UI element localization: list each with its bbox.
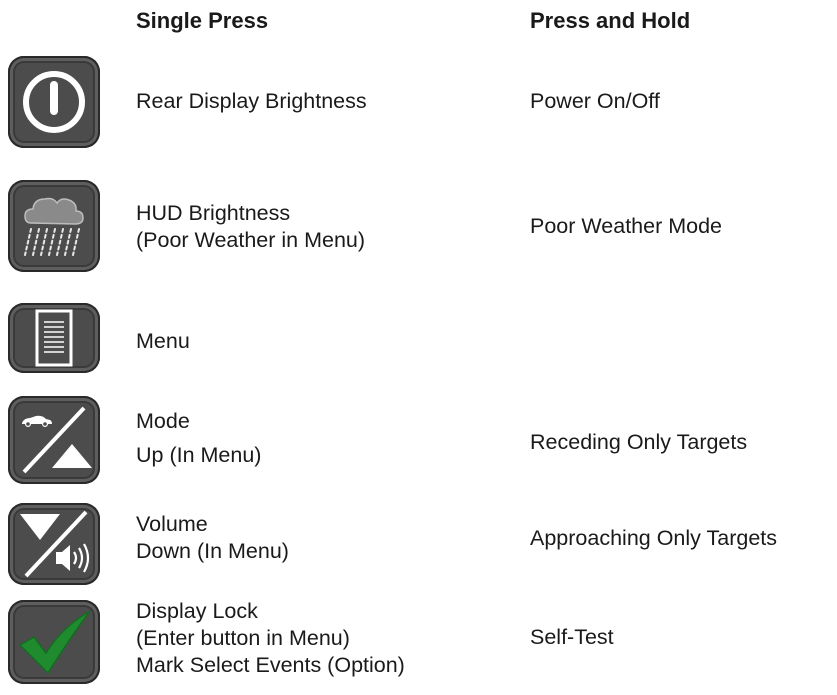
power-icon	[23, 71, 85, 133]
display-lock-single-press-text: Display Lock (Enter button in Menu) Mark…	[136, 599, 405, 677]
volume-single-press-text: Volume Down (In Menu)	[136, 512, 289, 563]
menu-button[interactable]	[8, 303, 100, 373]
power-single-press-text: Rear Display Brightness	[136, 89, 367, 113]
press-and-hold-header: Press and Hold	[530, 8, 691, 33]
mode-single-press-text: Mode Up (In Menu)	[136, 409, 262, 467]
volume-press-hold-text: Approaching Only Targets	[530, 526, 777, 550]
power-press-hold-text: Power On/Off	[530, 89, 660, 113]
down-triangle-speaker-icon	[20, 510, 90, 578]
weather-single-press-text: HUD Brightness (Poor Weather in Menu)	[136, 201, 366, 252]
mode-up-button[interactable]	[8, 396, 100, 484]
weather-press-hold-text: Poor Weather Mode	[530, 214, 723, 238]
mode-press-hold-text: Receding Only Targets	[530, 430, 748, 454]
power-button[interactable]	[8, 56, 100, 148]
checkmark-icon	[18, 610, 91, 675]
menu-single-press-text: Menu	[136, 329, 190, 353]
single-press-header: Single Press	[136, 8, 269, 33]
menu-document-icon	[35, 309, 73, 367]
weather-button[interactable]	[8, 180, 100, 272]
rain-cloud-icon	[24, 197, 84, 256]
display-lock-press-hold-text: Self-Test	[530, 625, 614, 649]
volume-down-button[interactable]	[8, 503, 100, 585]
display-lock-button[interactable]	[8, 600, 100, 684]
car-up-triangle-icon	[22, 406, 92, 474]
